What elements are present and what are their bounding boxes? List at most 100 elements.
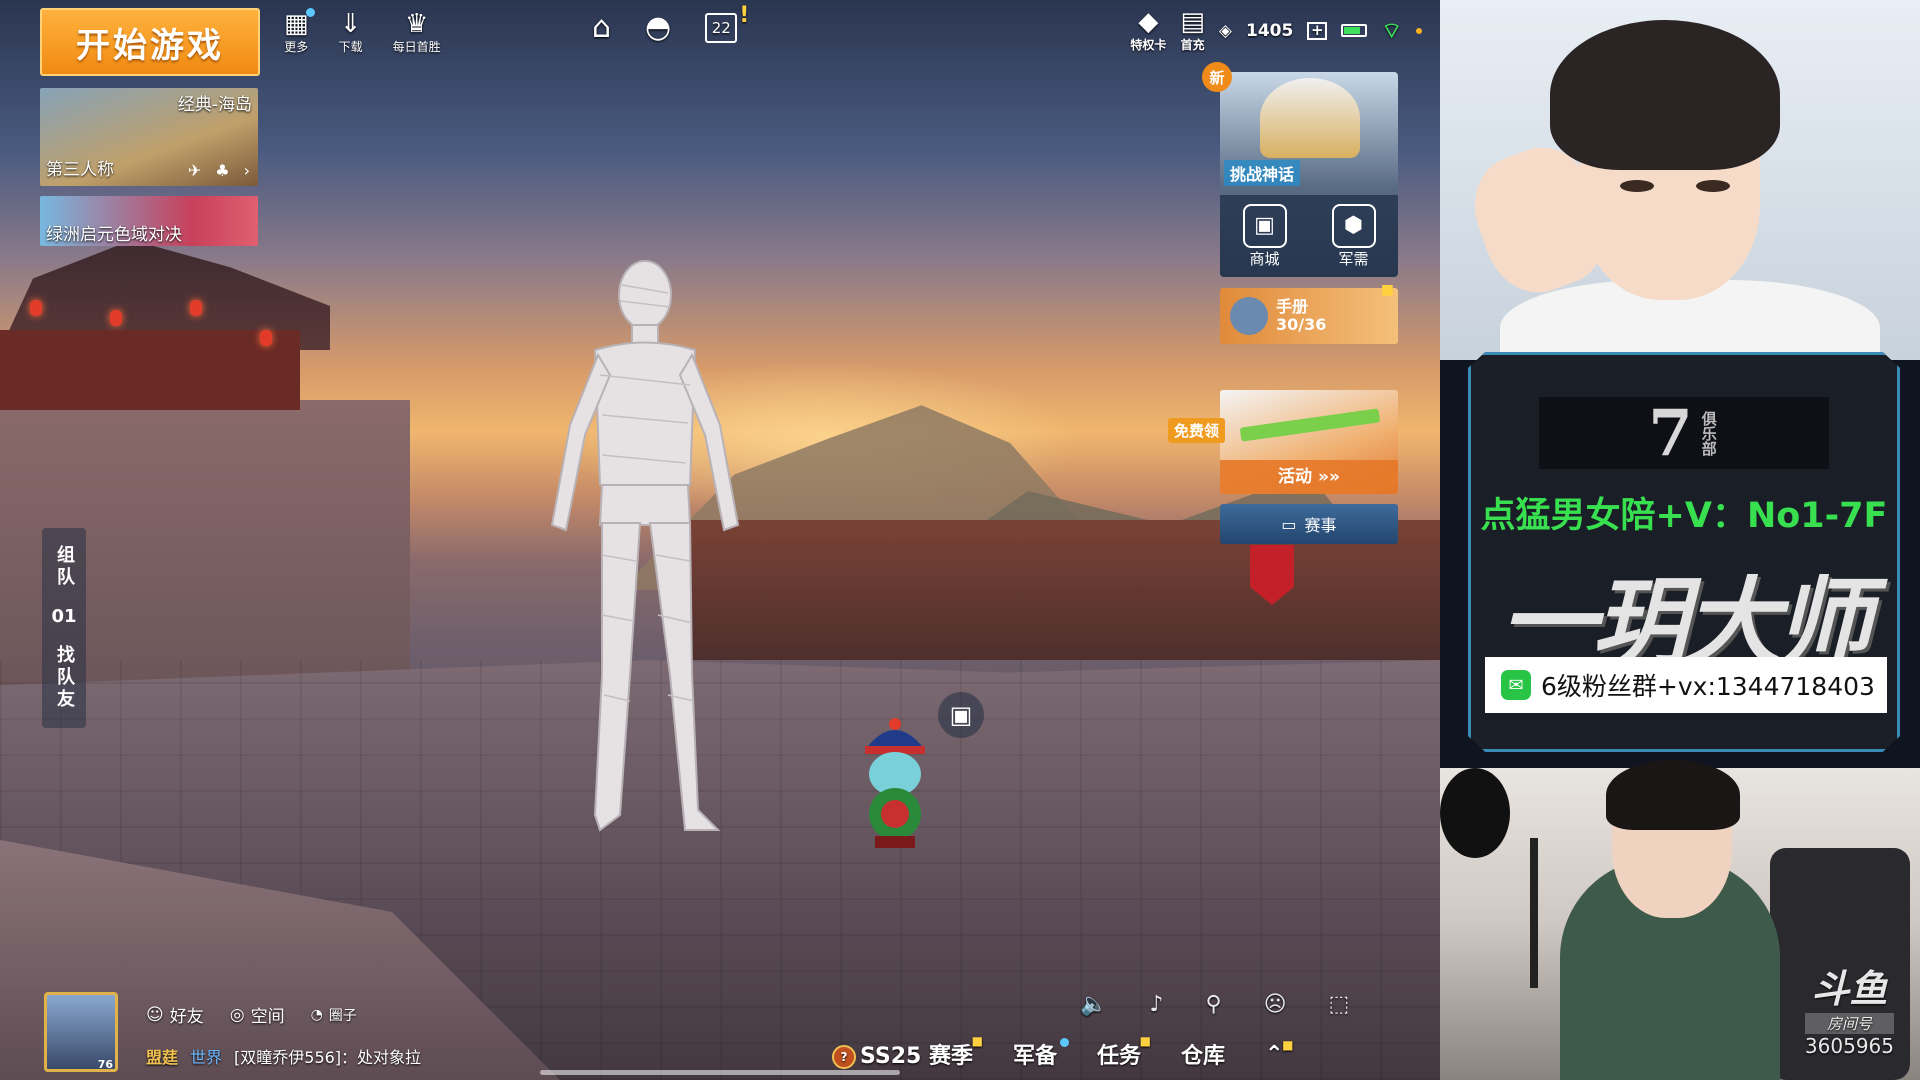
space-button[interactable]: ◎ 空间 — [230, 1002, 285, 1028]
home-icon[interactable]: ⌂ — [592, 10, 611, 45]
event-mode-banner[interactable]: 绿洲启元色域对决 — [40, 196, 258, 246]
room-label: 房间号 — [1804, 1013, 1894, 1034]
start-game-button[interactable]: 开始游戏 — [40, 8, 260, 76]
download-icon: ⇓ — [339, 9, 362, 39]
portrait-eye — [1696, 180, 1730, 192]
friends-icon: ☺ — [146, 1004, 164, 1025]
wechat-icon: ✉ — [1501, 670, 1531, 700]
expand-button[interactable]: ⌃ ■ — [1265, 1038, 1293, 1067]
player-character-mummy[interactable] — [540, 255, 750, 845]
helmet-icon[interactable]: ◓ — [645, 10, 671, 45]
chest-icon[interactable]: ▣ — [938, 692, 984, 738]
gift-icon: ■ — [1380, 282, 1394, 298]
manual-emblem-icon — [1230, 297, 1268, 335]
lantern — [30, 300, 42, 316]
mythic-challenge-label: 挑战神话 — [1224, 160, 1301, 186]
coin-icon: ◈ — [1218, 20, 1232, 41]
pet-companion[interactable] — [850, 710, 940, 850]
season-rank-icon: ? — [832, 1045, 856, 1069]
diamond-icon: ◆ — [1138, 7, 1159, 37]
free-claim-tag[interactable]: 免费领 — [1168, 418, 1226, 443]
activity-button[interactable]: 活动 »» — [1220, 390, 1398, 494]
add-currency-icon[interactable]: + — [1307, 21, 1328, 40]
space-label: 空间 — [250, 1007, 285, 1027]
activity-label: 活动 »» — [1220, 460, 1398, 494]
chevron-right-icon: › — [243, 161, 250, 180]
shop-button[interactable]: ▣ 商城 — [1242, 203, 1287, 269]
tv-icon: ▭ — [1281, 514, 1297, 534]
team-count: 01 — [51, 605, 77, 627]
wechat-group-bar: ✉ 6级粉丝群+vx:1344718403 — [1485, 657, 1887, 713]
center-toolbar: ⌂ ◓ 22 ! — [592, 3, 749, 46]
armory-button[interactable]: 军备 — [1012, 1038, 1069, 1070]
player-avatar[interactable]: 76 — [44, 992, 118, 1072]
chat-bar[interactable]: 盟莛 世界 [双瞳乔伊556]：处对象拉 — [146, 1044, 421, 1068]
tasks-button[interactable]: 任务 ■ — [1097, 1034, 1151, 1070]
circle-icon: ◔ — [310, 1006, 323, 1023]
lantern — [260, 330, 272, 346]
alert-icon: ! — [739, 2, 750, 28]
featured-character-image — [1260, 78, 1360, 158]
lamp-stand — [1530, 838, 1538, 988]
more-button[interactable]: ▦ 更多 — [284, 8, 315, 55]
home-indicator[interactable] — [540, 1070, 900, 1075]
warehouse-label: 仓库 — [1181, 1044, 1226, 1069]
pin-icon[interactable]: ⚲ — [1205, 992, 1221, 1017]
more-label: 更多 — [284, 40, 309, 54]
privilege-label: 特权卡 — [1130, 38, 1167, 52]
rifle-image — [1239, 408, 1381, 442]
calendar-day: 22 — [711, 18, 731, 37]
chat-channel: 世界 — [190, 1048, 223, 1067]
warehouse-button[interactable]: 仓库 — [1181, 1038, 1225, 1070]
first-recharge-button[interactable]: ▤ 首充 — [1180, 8, 1205, 53]
calendar-icon[interactable]: 22 ! — [705, 3, 749, 43]
match-button[interactable]: ▭ 赛事 — [1220, 504, 1398, 544]
chevron-up-icon: ⌃ — [1265, 1041, 1284, 1067]
douyu-logo: 斗鱼 — [1811, 967, 1888, 1011]
armory-label: 军备 — [1012, 1044, 1057, 1069]
friends-label: 好友 — [169, 1007, 204, 1027]
supply-crate-icon: ⬢ — [1331, 203, 1376, 248]
douyu-watermark: 斗鱼 房间号 3605965 — [1804, 958, 1894, 1058]
friends-button[interactable]: ☺ 好友 — [146, 1002, 204, 1028]
daily-win-button[interactable]: ♛ 每日首胜 — [393, 10, 441, 55]
perspective-label: 第三人称 — [46, 160, 114, 180]
manual-progress: 30/36 — [1276, 315, 1327, 334]
season-button[interactable]: ? SS25 赛季 ■ — [832, 1034, 983, 1070]
manual-text: 手册 30/36 — [1276, 298, 1326, 334]
notification-dot — [1060, 1038, 1069, 1047]
mode-title: 经典-海岛 — [177, 95, 252, 115]
voice-toolbar: 🔈 ♪ ⚲ ☹ ⬚ — [1080, 992, 1349, 1017]
match-label: 赛事 — [1304, 516, 1337, 535]
mythic-challenge-panel[interactable]: 挑战神话 ▣ 商城 ⬢ 军需 — [1220, 72, 1398, 277]
download-button[interactable]: ⇓ 下载 — [339, 10, 363, 55]
manual-title: 手册 — [1276, 297, 1309, 316]
download-label: 下载 — [338, 40, 363, 54]
circle-button[interactable]: ◔ 圈子 — [311, 1002, 357, 1027]
squad-icon: ♣ — [215, 161, 230, 180]
mode-select-card[interactable]: 经典-海岛 第三人称 ✈ ♣ › — [40, 88, 258, 186]
room-number: 3605965 — [1804, 1034, 1894, 1058]
guild-name: 盟莛 — [146, 1048, 179, 1067]
team-up-button[interactable]: 组队 — [53, 545, 75, 589]
privilege-card-button[interactable]: ◆ 特权卡 — [1130, 8, 1166, 53]
supply-button[interactable]: ⬢ 军需 — [1331, 203, 1376, 269]
palace-body — [0, 330, 300, 410]
fullscreen-icon[interactable]: ⬚ — [1329, 992, 1350, 1017]
shopping-bag-icon: ▣ — [1242, 203, 1287, 248]
wechat-text: 6级粉丝群+vx:1344718403 — [1541, 672, 1875, 701]
gift-box-icon: ▤ — [1180, 7, 1205, 37]
club-logo: 7 俱乐部 — [1539, 396, 1829, 471]
microphone-icon[interactable]: ♪ — [1149, 992, 1163, 1017]
lantern — [110, 310, 122, 326]
tasks-label: 任务 — [1097, 1044, 1142, 1069]
manual-button[interactable]: 手册 30/36 ■ — [1220, 282, 1398, 344]
supply-label: 军需 — [1338, 249, 1369, 268]
record-dot-icon — [1416, 27, 1422, 34]
speaker-icon[interactable]: 🔈 — [1080, 992, 1107, 1017]
status-bar: ◆ 特权卡 ▤ 首充 ◈ 1405 + ⌔ — [1130, 8, 1422, 53]
stream-overlay: 7 俱乐部 点猛男女陪+V：No1-7F 一玥大师 ✉ 6级粉丝群+vx:134… — [1440, 0, 1920, 1080]
emote-icon[interactable]: ☹ — [1264, 992, 1287, 1017]
currency-amount: 1405 — [1245, 20, 1294, 41]
find-teammates-button[interactable]: 找队友 — [53, 645, 75, 711]
